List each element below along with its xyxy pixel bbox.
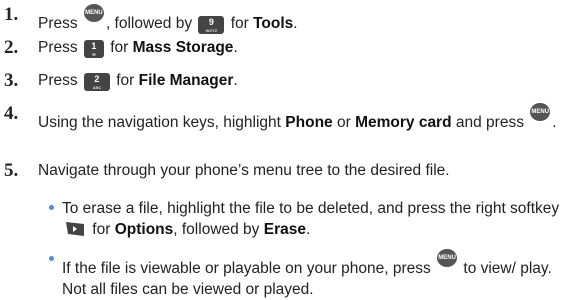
step-number: 5. bbox=[4, 160, 19, 181]
menu-ok-key-icon: MENU OK bbox=[83, 4, 104, 34]
step-text: Press 1 ✉ for Mass Storage. bbox=[38, 39, 238, 58]
tools-label: Tools bbox=[253, 15, 294, 32]
menu-ok-key-icon: MENU OK bbox=[437, 249, 458, 279]
key-2-icon: 2 ABC bbox=[83, 73, 110, 91]
bullet-dot bbox=[49, 256, 54, 261]
erase-label: Erase bbox=[263, 221, 306, 238]
step-text: Using the navigation keys, highlight Pho… bbox=[38, 103, 579, 133]
bullet-text: To erase a file, highlight the file to b… bbox=[62, 200, 560, 238]
right-softkey-icon bbox=[64, 220, 86, 238]
step-number: 2. bbox=[4, 37, 19, 58]
key-9-icon: 9 WXYZ bbox=[198, 16, 225, 34]
memory-card-label: Memory card bbox=[355, 114, 452, 131]
step-text: Navigate through your phone’s menu tree … bbox=[38, 162, 450, 179]
step-number: 1. bbox=[4, 4, 19, 25]
mass-storage-label: Mass Storage bbox=[132, 39, 234, 56]
bullet-dot bbox=[49, 205, 54, 210]
bullet-text: If the file is viewable or playable on y… bbox=[62, 249, 579, 300]
step-text: Press MENU OK, followed by 9 WXYZ for Too… bbox=[38, 4, 579, 34]
step-number: 3. bbox=[4, 70, 19, 91]
phone-label: Phone bbox=[285, 114, 333, 131]
key-1-icon: 1 ✉ bbox=[83, 40, 104, 58]
menu-ok-key-icon: MENU OK bbox=[530, 103, 551, 133]
step-number: 4. bbox=[4, 103, 19, 124]
instruction-document: 1. Press MENU OK, followed by 9 WXYZ for … bbox=[0, 0, 583, 299]
options-label: Options bbox=[114, 221, 174, 238]
file-manager-label: File Manager bbox=[138, 72, 234, 89]
step-text: Press 2 ABC for File Manager. bbox=[38, 72, 238, 91]
